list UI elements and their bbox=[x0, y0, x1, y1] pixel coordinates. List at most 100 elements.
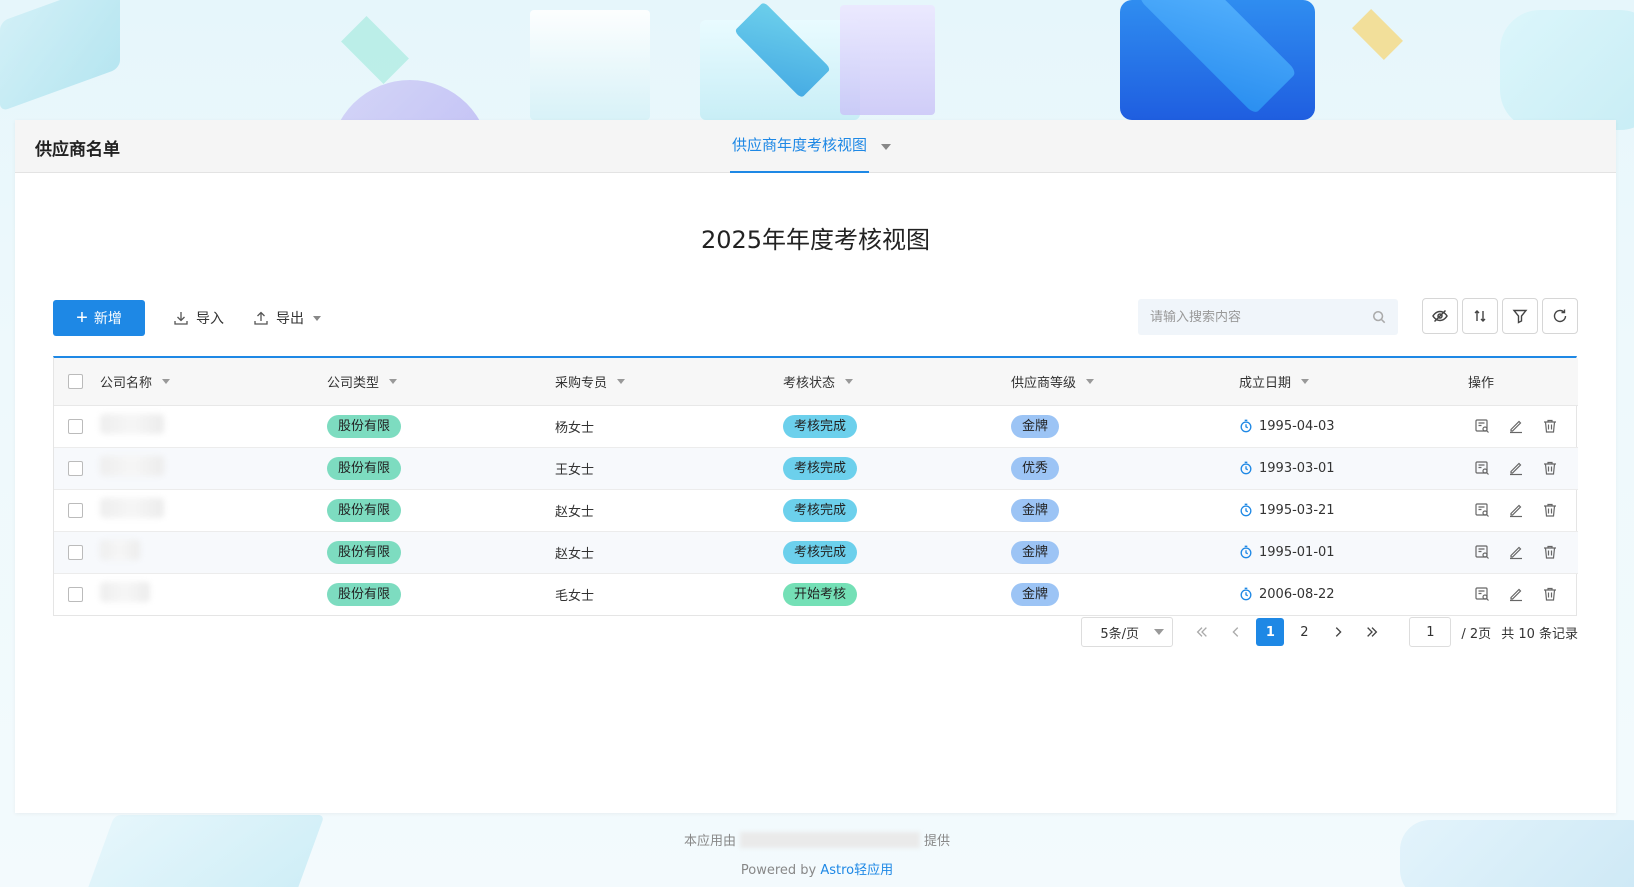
select-all-checkbox[interactable] bbox=[68, 373, 83, 389]
status-tag: 开始考核 bbox=[783, 582, 858, 606]
chevron-down-icon[interactable] bbox=[1086, 378, 1095, 384]
download-icon bbox=[174, 312, 188, 325]
row-checkbox[interactable] bbox=[68, 418, 83, 434]
chevron-down-icon[interactable] bbox=[1301, 378, 1310, 384]
search-box[interactable] bbox=[1138, 299, 1398, 335]
chevron-down-icon[interactable] bbox=[845, 378, 854, 384]
buyer-cell: 毛女士 bbox=[555, 588, 595, 604]
table-row[interactable]: 股份有限 毛女士 开始考核 金牌 2006-08-22 bbox=[54, 573, 1578, 615]
company-type-tag: 股份有限 bbox=[327, 540, 402, 564]
row-checkbox[interactable] bbox=[68, 502, 83, 518]
search-input[interactable] bbox=[1150, 309, 1372, 325]
company-type-tag: 股份有限 bbox=[327, 456, 402, 480]
date-cell: 1995-01-01 bbox=[1259, 544, 1335, 560]
view-heading: 2025年年度考核视图 bbox=[700, 226, 931, 254]
import-button[interactable]: 导入 bbox=[173, 300, 224, 336]
supplier-table: 公司名称 公司类型 采购专员 考核状态 供应商等级 成立日期 操作 股份有限 杨… bbox=[53, 356, 1578, 616]
table-row[interactable]: 股份有限 赵女士 考核完成 金牌 1995-03-21 bbox=[54, 489, 1578, 532]
table-row[interactable]: 股份有限 杨女士 考核完成 金牌 1995-04-03 bbox=[54, 405, 1578, 448]
row-checkbox[interactable] bbox=[68, 586, 83, 602]
chevron-down-icon[interactable] bbox=[1154, 629, 1165, 635]
level-tag: 优秀 bbox=[1011, 456, 1060, 480]
view-detail-icon[interactable] bbox=[1474, 544, 1490, 560]
edit-icon[interactable] bbox=[1508, 502, 1524, 518]
refresh-button[interactable] bbox=[1542, 298, 1578, 334]
view-detail-icon[interactable] bbox=[1474, 418, 1490, 434]
status-tag: 考核完成 bbox=[783, 498, 858, 522]
export-button[interactable]: 导出 bbox=[253, 300, 321, 336]
prev-page-button[interactable] bbox=[1219, 617, 1253, 647]
main-card: 供应商名单 供应商年度考核视图 2025年年度考核视图 + 新增 导入 导出 请… bbox=[15, 120, 1616, 813]
view-detail-icon[interactable] bbox=[1474, 460, 1490, 476]
footer-brand-link[interactable]: Astro轻应用 bbox=[820, 863, 893, 878]
column-header-company-name[interactable]: 公司名称 bbox=[100, 372, 327, 391]
footer: 本应用由 提供 Powered by Astro轻应用 bbox=[0, 830, 1634, 878]
column-header-company-type[interactable]: 公司类型 bbox=[327, 372, 555, 391]
pagination: 5条/页 1 2 / 2页 共 10 条记录 bbox=[1081, 617, 1578, 647]
company-name-redacted bbox=[100, 456, 164, 476]
chevron-down-icon[interactable] bbox=[389, 378, 398, 384]
trash-icon[interactable] bbox=[1542, 502, 1558, 518]
edit-icon[interactable] bbox=[1508, 418, 1524, 434]
company-name-redacted bbox=[100, 498, 164, 518]
view-detail-icon[interactable] bbox=[1474, 586, 1490, 602]
edit-icon[interactable] bbox=[1508, 460, 1524, 476]
chevron-down-icon[interactable] bbox=[617, 378, 626, 384]
table-row[interactable]: 股份有限 王女士 考核完成 优秀 1993-03-01 bbox=[54, 447, 1578, 490]
view-tab-label[interactable]: 供应商年度考核视图 bbox=[730, 120, 870, 173]
export-button-label: 导出 bbox=[276, 311, 304, 327]
provider-name-redacted bbox=[740, 831, 920, 848]
table-header-row: 公司名称 公司类型 采购专员 考核状态 供应商等级 成立日期 操作 bbox=[54, 358, 1578, 406]
column-header-status[interactable]: 考核状态 bbox=[783, 372, 1011, 391]
chevron-down-icon[interactable] bbox=[162, 378, 171, 384]
edit-icon[interactable] bbox=[1508, 544, 1524, 560]
view-detail-icon[interactable] bbox=[1474, 502, 1490, 518]
page-size-select[interactable]: 5条/页 bbox=[1081, 617, 1174, 647]
total-records: 共 10 条记录 bbox=[1501, 626, 1578, 642]
date-cell: 1993-03-01 bbox=[1259, 460, 1335, 476]
chevron-right-icon bbox=[1336, 627, 1342, 637]
filter-icon bbox=[1512, 309, 1528, 324]
add-button[interactable]: + 新增 bbox=[53, 300, 145, 336]
toolbar: + 新增 导入 导出 bbox=[53, 298, 1578, 340]
level-tag: 金牌 bbox=[1011, 540, 1060, 564]
column-header-actions: 操作 bbox=[1468, 375, 1495, 391]
column-header-level[interactable]: 供应商等级 bbox=[1011, 372, 1239, 391]
row-checkbox[interactable] bbox=[68, 460, 83, 476]
next-page-button[interactable] bbox=[1321, 617, 1355, 647]
trash-icon[interactable] bbox=[1542, 586, 1558, 602]
sort-icon bbox=[1474, 310, 1486, 322]
chevron-down-icon[interactable] bbox=[881, 143, 892, 150]
edit-icon[interactable] bbox=[1508, 586, 1524, 602]
filter-button[interactable] bbox=[1502, 298, 1538, 334]
page-jump-input[interactable] bbox=[1409, 617, 1452, 647]
trash-icon[interactable] bbox=[1542, 418, 1558, 434]
last-page-button[interactable] bbox=[1355, 617, 1389, 647]
trash-icon[interactable] bbox=[1542, 460, 1558, 476]
trash-icon[interactable] bbox=[1542, 544, 1558, 560]
column-header-date[interactable]: 成立日期 bbox=[1239, 372, 1468, 391]
eye-off-icon bbox=[1432, 309, 1448, 323]
table-row[interactable]: 股份有限 赵女士 考核完成 金牌 1995-01-01 bbox=[54, 531, 1578, 574]
page-2-button[interactable]: 2 bbox=[1290, 618, 1318, 646]
date-cell: 1995-04-03 bbox=[1259, 418, 1335, 434]
double-chevron-right-icon bbox=[1367, 627, 1378, 637]
date-cell: 1995-03-21 bbox=[1259, 502, 1335, 518]
stopwatch-icon bbox=[1240, 545, 1252, 559]
chevron-down-icon[interactable] bbox=[313, 315, 321, 321]
stopwatch-icon bbox=[1240, 419, 1252, 433]
page-1-button[interactable]: 1 bbox=[1256, 618, 1285, 646]
footer-provided-suffix: 提供 bbox=[924, 834, 951, 849]
company-name-redacted bbox=[100, 582, 150, 603]
footer-provided-prefix: 本应用由 bbox=[683, 834, 736, 849]
first-page-button[interactable] bbox=[1185, 617, 1219, 647]
row-checkbox[interactable] bbox=[68, 544, 83, 560]
import-button-label: 导入 bbox=[196, 311, 224, 327]
app-title: 供应商名单 bbox=[35, 140, 120, 160]
hide-columns-button[interactable] bbox=[1422, 298, 1458, 334]
sort-button[interactable] bbox=[1462, 298, 1498, 334]
search-icon[interactable] bbox=[1372, 310, 1386, 324]
view-tab-selector[interactable]: 供应商年度考核视图 bbox=[730, 120, 892, 173]
buyer-cell: 赵女士 bbox=[555, 531, 783, 574]
column-header-buyer[interactable]: 采购专员 bbox=[555, 372, 783, 391]
